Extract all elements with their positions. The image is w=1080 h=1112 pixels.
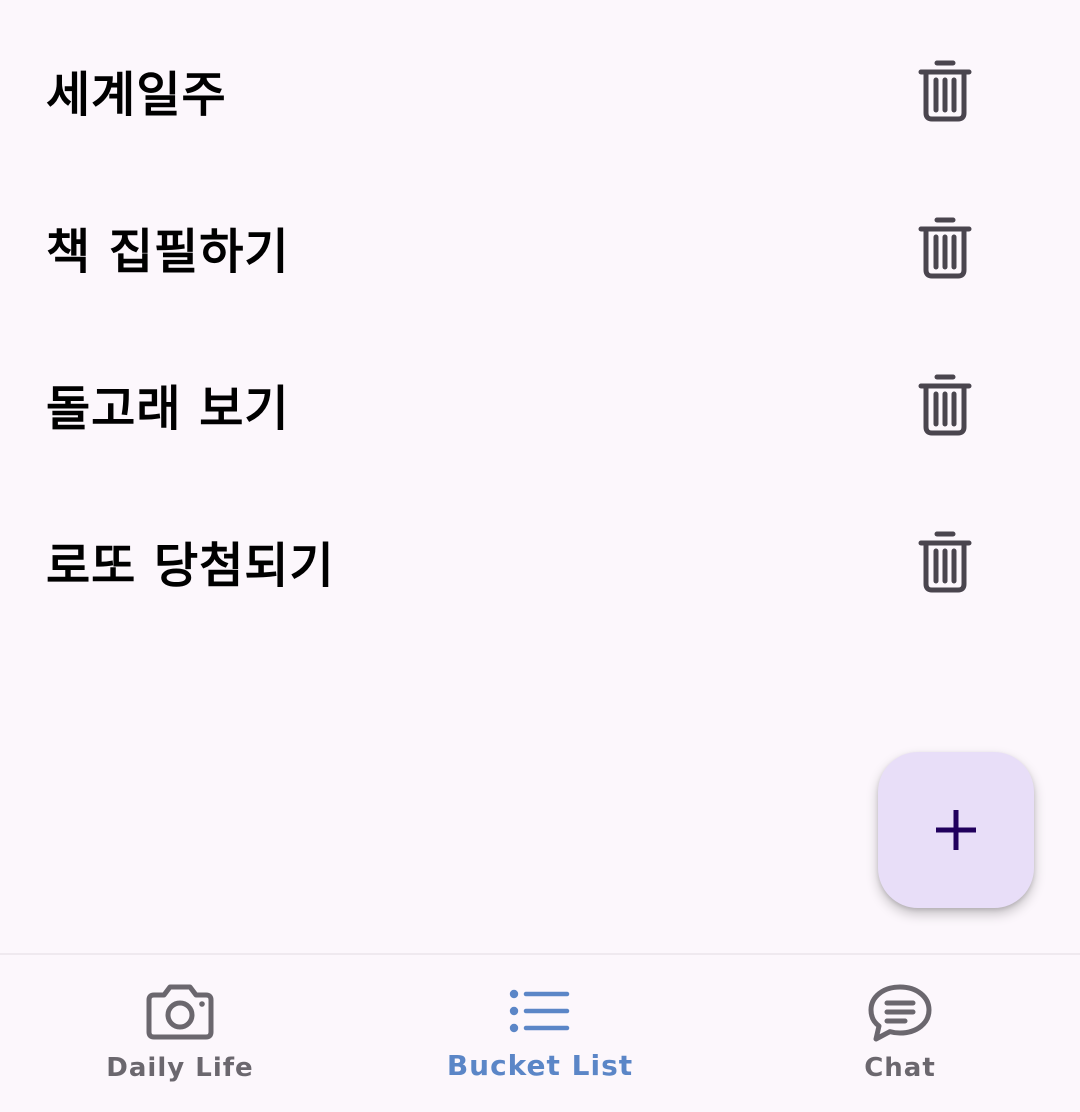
list-item: 세계일주 xyxy=(0,11,1080,168)
delete-button[interactable] xyxy=(905,207,985,287)
nav-label: Chat xyxy=(864,1053,936,1083)
bucket-item-title: 세계일주 xyxy=(46,66,227,123)
bucket-item-title: 로또 당첨되기 xyxy=(46,537,335,594)
trash-icon xyxy=(918,374,972,435)
bucket-item-title: 책 집필하기 xyxy=(46,223,290,280)
nav-label: Bucket List xyxy=(446,1049,634,1082)
list-icon xyxy=(509,989,570,1033)
plus-icon xyxy=(936,810,976,850)
camera-icon xyxy=(146,984,214,1040)
bucket-item-title: 돌고래 보기 xyxy=(46,380,290,437)
nav-item-daily-life[interactable]: Daily Life xyxy=(0,955,360,1112)
trash-icon xyxy=(918,217,972,278)
list-item: 로또 당첨되기 xyxy=(0,482,1080,639)
screen: 세계일주 책 집필하기 돌고래 보기 로또 당첨되기 Daily Life Bu… xyxy=(0,0,1080,1112)
bottom-navigation: Daily Life Bucket List Chat xyxy=(0,953,1080,1112)
nav-label: Daily Life xyxy=(106,1053,254,1083)
list-item: 돌고래 보기 xyxy=(0,325,1080,482)
trash-icon xyxy=(918,531,972,592)
nav-item-bucket-list[interactable]: Bucket List xyxy=(360,955,720,1112)
delete-button[interactable] xyxy=(905,364,985,444)
delete-button[interactable] xyxy=(905,50,985,130)
delete-button[interactable] xyxy=(905,521,985,601)
list-item: 책 집필하기 xyxy=(0,168,1080,325)
trash-icon xyxy=(918,60,972,121)
nav-item-chat[interactable]: Chat xyxy=(720,955,1080,1112)
add-item-button[interactable] xyxy=(878,752,1034,908)
chat-bubble-icon xyxy=(868,984,932,1042)
